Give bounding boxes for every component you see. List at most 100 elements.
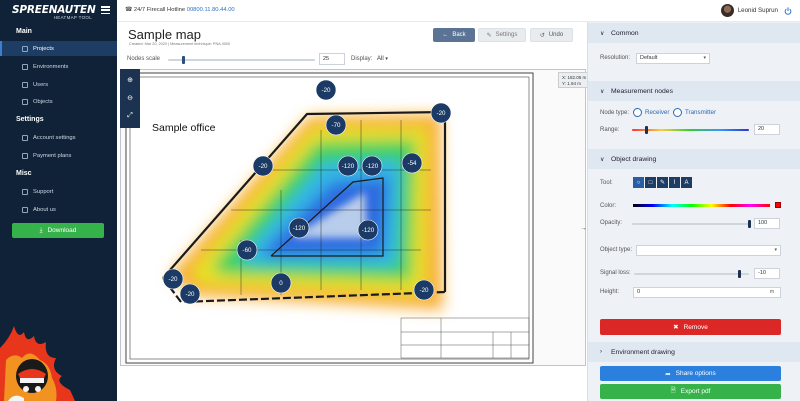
receiver-radio[interactable]: Receiver [633, 108, 669, 117]
zoom-out-icon[interactable]: ⊖ [125, 93, 135, 103]
text-tool-icon[interactable]: A [681, 177, 692, 188]
remove-button[interactable]: ✖ Remove [600, 319, 781, 335]
hotline-number[interactable]: 00800.11.80.44.00 [187, 7, 235, 13]
section-title: Environment drawing [611, 348, 675, 356]
opacity-slider[interactable] [632, 223, 749, 225]
node-value: -20 [322, 87, 332, 94]
square-tool-icon[interactable]: □ [645, 177, 656, 188]
sidebar-item-payment-plans[interactable]: Payment plans [0, 148, 117, 163]
resolution-select[interactable]: Default ▾ [636, 53, 710, 64]
gear-icon [22, 134, 28, 141]
measurement-node[interactable]: -20 [413, 279, 435, 301]
sidebar-item-support[interactable]: Support [0, 184, 117, 199]
logo[interactable]: SPREENAUTEN HEATMAP TOOL [12, 4, 96, 20]
pen-tool-icon[interactable]: ✎ [657, 177, 668, 188]
measurement-node[interactable]: -120 [357, 219, 379, 241]
mascot-illustration [0, 326, 75, 401]
measurement-node[interactable]: -20 [315, 79, 337, 101]
sidebar-item-label: Account settings [33, 134, 76, 141]
opacity-slider-handle[interactable] [747, 220, 751, 228]
user-name: Leonid Suprun [737, 7, 778, 14]
section-measurement-nodes[interactable]: ∨ Measurement nodes [588, 81, 800, 101]
undo-icon: ↺ [539, 32, 545, 39]
map-label: Sample office [152, 122, 216, 134]
back-button[interactable]: ← Back [433, 28, 475, 42]
measurement-node[interactable]: -20 [179, 283, 201, 305]
settings-label: Settings [495, 32, 518, 38]
nodes-scale-label: Nodes scale [127, 56, 161, 62]
node-value: -120 [342, 163, 355, 170]
opacity-input[interactable]: 100 [754, 218, 780, 229]
transmitter-label: Transmitter [685, 109, 717, 116]
node-value: -20 [437, 110, 447, 117]
zoom-in-icon[interactable]: ⊕ [125, 75, 135, 85]
nodes-scale-input[interactable]: 25 [319, 53, 345, 65]
measurement-node[interactable]: -120 [361, 155, 383, 177]
heatmap-svg[interactable]: Sample office -20 -20 -70 -20 -120 -120 -54 -12… [121, 70, 586, 366]
chevron-down-icon: ▾ [774, 247, 777, 253]
hamburger-menu-icon[interactable] [101, 6, 110, 15]
arrow-left-icon: ← [442, 32, 449, 38]
sidebar-item-projects[interactable]: Projects [0, 41, 117, 56]
chevron-down-icon: ∨ [600, 30, 605, 37]
section-title-settings: Settings [16, 116, 44, 123]
sidebar-item-environments[interactable]: Environments [0, 59, 117, 74]
avatar [720, 4, 734, 17]
measurement-node[interactable]: -20 [252, 155, 274, 177]
sidebar-item-objects[interactable]: Objects [0, 94, 117, 109]
measurement-node[interactable]: -120 [337, 155, 359, 177]
range-slider-handle[interactable] [644, 126, 648, 134]
node-value: -54 [408, 160, 418, 167]
section-object-drawing[interactable]: ∨ Object drawing [588, 149, 800, 169]
sidebar-item-account-settings[interactable]: Account settings [0, 130, 117, 145]
measurement-node[interactable]: 0 [270, 272, 292, 294]
range-slider[interactable] [632, 129, 749, 131]
measurement-node[interactable]: -120 [288, 217, 310, 239]
export-pdf-button[interactable]: 🗎 Export pdf [600, 384, 781, 399]
signal-loss-slider[interactable] [634, 273, 749, 275]
download-label: Download [47, 227, 77, 234]
coord-x: X: 182.05 m [562, 75, 587, 80]
measurement-node[interactable]: -20 [430, 102, 452, 124]
settings-button[interactable]: ✎ Settings [478, 28, 526, 42]
resolution-value: Default [640, 55, 658, 61]
download-button[interactable]: ⤓ Download [12, 223, 104, 238]
height-input[interactable]: 0 m [633, 287, 781, 298]
sidebar-item-about-us[interactable]: About us [0, 202, 117, 217]
undo-button[interactable]: ↺ Undo [530, 28, 573, 42]
main-content: Sample map Created: Mar 20, 2020 | Measu… [117, 22, 591, 401]
measurement-node[interactable]: -60 [236, 239, 258, 261]
back-label: Back [452, 32, 466, 38]
fit-screen-icon[interactable]: ⤢ [125, 111, 135, 121]
user-menu[interactable]: Leonid Suprun [720, 4, 792, 17]
signal-loss-slider-handle[interactable] [738, 270, 742, 278]
nodes-scale-slider[interactable] [168, 56, 315, 64]
measurement-node[interactable]: -70 [325, 114, 347, 136]
measurement-node[interactable]: -54 [401, 152, 423, 174]
node-value: -20 [186, 291, 196, 298]
object-type-select[interactable]: ▾ [636, 245, 781, 256]
map-canvas[interactable]: Sample office -20 -20 -70 -20 -120 -120 -54 -12… [120, 69, 586, 366]
share-options-button[interactable]: ➦ Share options [600, 366, 781, 381]
circle-tool-icon[interactable]: ○ [633, 177, 644, 188]
transmitter-radio[interactable]: Transmitter [673, 108, 716, 117]
wifi-tool-icon[interactable]: ⌇ [669, 177, 680, 188]
opacity-label: Opacity: [600, 220, 623, 226]
download-icon: ⤓ [39, 226, 43, 234]
color-label: Color: [600, 203, 617, 209]
node-value: -120 [366, 163, 379, 170]
slider-handle[interactable] [182, 56, 185, 64]
measurement-node[interactable]: -20 [162, 268, 184, 290]
section-common[interactable]: ∨ Common [588, 23, 800, 43]
section-title-misc: Misc [16, 170, 32, 177]
sidebar-item-users[interactable]: Users [0, 77, 117, 92]
display-select[interactable]: All ▾ [377, 56, 388, 62]
signal-loss-input[interactable]: -10 [754, 268, 780, 279]
color-picker-bar[interactable] [633, 204, 770, 207]
section-environment-drawing[interactable]: › Environment drawing [588, 342, 800, 362]
power-icon[interactable] [784, 6, 792, 15]
range-input[interactable]: 20 [754, 124, 780, 135]
collapse-panel-arrow-icon[interactable]: → [580, 225, 587, 232]
color-swatch[interactable] [775, 202, 781, 208]
credit-card-icon [22, 152, 28, 159]
